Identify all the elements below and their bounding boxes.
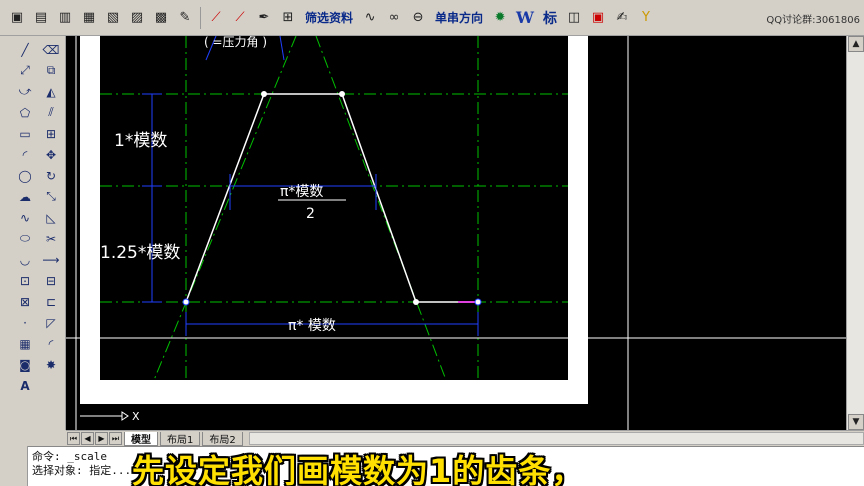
vertical-scrollbar[interactable]: ▲ ▼ — [846, 36, 864, 430]
erase-icon[interactable]: ⌫ — [40, 40, 62, 59]
tool-palette: ╱ ⤢ ⤻ ⬠ ▭ ◜ ◯ ☁ ∿ ⬭ ◡ ⊡ ⊠ · ▦ ◙ A ⌫ ⧉ ◭ … — [0, 36, 66, 430]
red-line-icon[interactable]: ⟋ — [205, 6, 227, 30]
pen-icon[interactable]: ✒ — [253, 6, 275, 30]
break-point-icon[interactable]: ⊟ — [40, 271, 62, 290]
ellipse-icon[interactable]: ⬭ — [14, 229, 36, 248]
layout-tabs-bar: ⏮ ◀ ▶ ⏭ 模型 布局1 布局2 — [66, 430, 864, 446]
copy-icon[interactable]: ⧉ — [40, 61, 62, 80]
pressure-angle-label: ( =压力角 ) — [204, 36, 267, 49]
draw-tools-column: ╱ ⤢ ⤻ ⬠ ▭ ◜ ◯ ☁ ∿ ⬭ ◡ ⊡ ⊠ · ▦ ◙ A — [14, 40, 36, 395]
grip-point[interactable] — [474, 298, 482, 306]
extend-icon[interactable]: ⟶ — [40, 250, 62, 269]
cad-drawing: ( =压力角 ) 1*模数 1.25*模数 π*模数 2 π* 模数 X — [66, 36, 846, 430]
insert-block-icon[interactable]: ⊡ — [14, 271, 36, 290]
rectangle-icon[interactable]: ▭ — [14, 124, 36, 143]
tab-model[interactable]: 模型 — [124, 431, 158, 446]
xline-icon[interactable]: ⤢ — [14, 61, 36, 80]
print-icon[interactable]: ▦ — [78, 6, 100, 30]
filter-funnel-icon[interactable]: Y — [635, 6, 657, 30]
word-button[interactable]: W — [513, 6, 537, 30]
layer-icon[interactable]: ▨ — [126, 6, 148, 30]
prev-tab-icon[interactable]: ◀ — [81, 432, 94, 445]
circle-icon[interactable]: ◯ — [14, 166, 36, 185]
single-direction-button[interactable]: 单串方向 — [431, 6, 487, 30]
cad-app-window: ▣ ▤ ▥ ▦ ▧ ▨ ▩ ✎ ⟋ ⟋ ✒ ⊞ 筛选资料 ∿ ∞ ⊖ 单串方向 … — [0, 0, 864, 486]
move-icon[interactable]: ✥ — [40, 145, 62, 164]
scroll-up-icon[interactable]: ▲ — [848, 36, 864, 52]
chamfer-icon[interactable]: ◸ — [40, 313, 62, 332]
command-window-handle[interactable] — [0, 446, 28, 486]
grip-point[interactable] — [182, 298, 190, 306]
ucs-x-label: X — [132, 410, 140, 423]
toolbar-separator — [200, 6, 201, 29]
link-icon[interactable]: ⊖ — [407, 6, 429, 30]
make-block-icon[interactable]: ⊠ — [14, 292, 36, 311]
mark-button[interactable]: 标 — [539, 6, 561, 30]
grip-point[interactable] — [261, 91, 267, 97]
horizontal-scrollbar[interactable] — [248, 432, 864, 445]
filter-data-button[interactable]: 筛选资料 — [301, 6, 357, 30]
polyline-icon[interactable]: ⤻ — [14, 82, 36, 101]
stretch-icon[interactable]: ◺ — [40, 208, 62, 227]
tab-layout1[interactable]: 布局1 — [160, 431, 201, 446]
mirror-icon[interactable]: ◭ — [40, 82, 62, 101]
explode-icon[interactable]: ✸ — [40, 355, 62, 374]
spline-icon[interactable]: ∿ — [14, 208, 36, 227]
red-line-2-icon[interactable]: ⟋ — [229, 6, 251, 30]
polygon-icon[interactable]: ⬠ — [14, 103, 36, 122]
first-tab-icon[interactable]: ⏮ — [67, 432, 80, 445]
trim-icon[interactable]: ✂ — [40, 229, 62, 248]
array-icon[interactable]: ⊞ — [40, 124, 62, 143]
break-icon[interactable]: ⊏ — [40, 292, 62, 311]
gear-icon[interactable]: ✹ — [489, 6, 511, 30]
video-subtitle: 先设定我们画模数为1的齿条， — [132, 452, 585, 486]
dedendum-label: 1.25*模数 — [100, 243, 180, 263]
region-icon[interactable]: ◙ — [14, 355, 36, 374]
next-tab-icon[interactable]: ▶ — [95, 432, 108, 445]
glasses-icon[interactable]: ∞ — [383, 6, 405, 30]
half-pitch-numerator: π*模数 — [280, 184, 323, 200]
qq-group-label: QQ讨论群:3061806 — [766, 15, 860, 26]
drawing-canvas[interactable]: ( =压力角 ) 1*模数 1.25*模数 π*模数 2 π* 模数 X — [66, 36, 846, 430]
modify-tools-column: ⌫ ⧉ ◭ ⫽ ⊞ ✥ ↻ ⤡ ◺ ✂ ⟶ ⊟ ⊏ ◸ ◜ ✸ — [40, 40, 62, 374]
pitch-label: π* 模数 — [288, 318, 336, 334]
line-icon[interactable]: ╱ — [14, 40, 36, 59]
last-tab-icon[interactable]: ⏭ — [109, 432, 122, 445]
point-icon[interactable]: · — [14, 313, 36, 332]
ucs-arrow — [121, 411, 129, 421]
window-icon[interactable]: ◫ — [563, 6, 585, 30]
ellipse-arc-icon[interactable]: ◡ — [14, 250, 36, 269]
half-pitch-denominator: 2 — [306, 206, 315, 222]
hatch-icon[interactable]: ▦ — [14, 334, 36, 353]
scroll-down-icon[interactable]: ▼ — [848, 414, 864, 430]
arc-icon[interactable]: ◜ — [14, 145, 36, 164]
addendum-label: 1*模数 — [114, 131, 167, 151]
offset-icon[interactable]: ⫽ — [40, 103, 62, 122]
rotate-icon[interactable]: ↻ — [40, 166, 62, 185]
save-icon[interactable]: ▥ — [54, 6, 76, 30]
top-toolbar: ▣ ▤ ▥ ▦ ▧ ▨ ▩ ✎ ⟋ ⟋ ✒ ⊞ 筛选资料 ∿ ∞ ⊖ 单串方向 … — [0, 0, 864, 36]
open-file-icon[interactable]: ▤ — [30, 6, 52, 30]
new-file-icon[interactable]: ▣ — [6, 6, 28, 30]
color-grid-icon[interactable]: ▣ — [587, 6, 609, 30]
cloud-icon[interactable]: ☁ — [14, 187, 36, 206]
curve-icon[interactable]: ∿ — [359, 6, 381, 30]
brush-icon[interactable]: ✎ — [174, 6, 196, 30]
grip-point[interactable] — [339, 91, 345, 97]
properties-icon[interactable]: ▩ — [150, 6, 172, 30]
scale-icon[interactable]: ⤡ — [40, 187, 62, 206]
text-icon[interactable]: A — [14, 376, 36, 395]
table-icon[interactable]: ⊞ — [277, 6, 299, 30]
grip-point[interactable] — [413, 299, 419, 305]
edit-icon[interactable]: ✍ — [611, 6, 633, 30]
tab-layout2[interactable]: 布局2 — [202, 431, 243, 446]
fillet-icon[interactable]: ◜ — [40, 334, 62, 353]
preview-icon[interactable]: ▧ — [102, 6, 124, 30]
